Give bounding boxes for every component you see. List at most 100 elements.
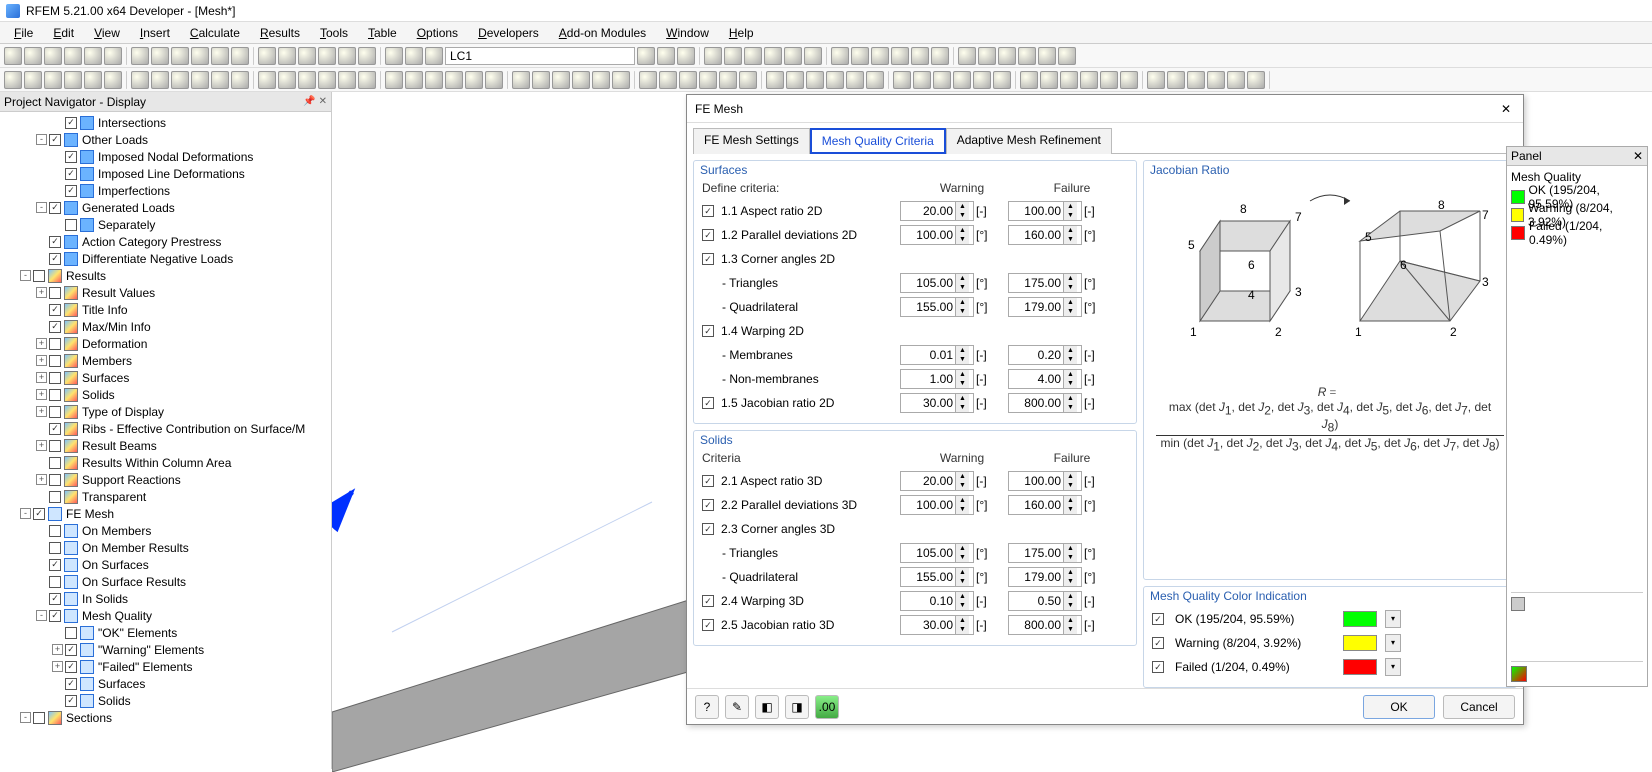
tree-item[interactable]: ✓On Surfaces (0, 556, 331, 573)
spin-up-icon[interactable]: ▲ (956, 298, 969, 307)
spin-up-icon[interactable]: ▲ (956, 274, 969, 283)
checkbox[interactable]: ✓ (702, 229, 714, 241)
menu-calculate[interactable]: Calculate (182, 24, 248, 42)
warn-value[interactable] (901, 228, 955, 242)
warn-input[interactable]: ▲▼ (900, 615, 974, 635)
fail-value[interactable] (1009, 498, 1063, 512)
tree-item[interactable]: +Solids (0, 386, 331, 403)
spin-up-icon[interactable]: ▲ (956, 472, 969, 481)
fail-input[interactable]: ▲▼ (1008, 495, 1082, 515)
fail-value[interactable] (1009, 396, 1063, 410)
toolbar-button[interactable] (998, 47, 1016, 65)
tree-item[interactable]: -✓FE Mesh (0, 505, 331, 522)
toolbar-button[interactable] (866, 71, 884, 89)
checkbox[interactable]: ✓ (702, 595, 714, 607)
checkbox[interactable]: ✓ (65, 168, 77, 180)
spin-down-icon[interactable]: ▼ (1064, 355, 1077, 364)
toolbar-button[interactable] (958, 47, 976, 65)
toolbar-button[interactable] (231, 71, 249, 89)
checkbox[interactable]: ✓ (702, 499, 714, 511)
toolbar-button[interactable] (911, 47, 929, 65)
tree-item[interactable]: -✓Other Loads (0, 131, 331, 148)
checkbox[interactable]: ✓ (702, 205, 714, 217)
spin-down-icon[interactable]: ▼ (1064, 577, 1077, 586)
expander-icon[interactable]: - (36, 610, 47, 621)
toolbar-button[interactable] (385, 47, 403, 65)
checkbox[interactable]: ✓ (49, 321, 61, 333)
checkbox[interactable]: ✓ (702, 325, 714, 337)
spin-up-icon[interactable]: ▲ (1064, 472, 1077, 481)
toolbar-button[interactable] (445, 71, 463, 89)
expander-icon[interactable]: + (52, 661, 63, 672)
toolbar-button[interactable] (933, 71, 951, 89)
tree-item[interactable]: +Support Reactions (0, 471, 331, 488)
toolbar-button[interactable] (871, 47, 889, 65)
spin-up-icon[interactable]: ▲ (1064, 298, 1077, 307)
toolbar-button[interactable] (657, 47, 675, 65)
warn-input[interactable]: ▲▼ (900, 273, 974, 293)
fail-value[interactable] (1009, 594, 1063, 608)
checkbox[interactable] (49, 338, 61, 350)
spin-up-icon[interactable]: ▲ (956, 346, 969, 355)
spin-up-icon[interactable]: ▲ (1064, 544, 1077, 553)
toolbar-button[interactable] (826, 71, 844, 89)
cancel-button[interactable]: Cancel (1443, 695, 1515, 719)
checkbox[interactable] (65, 219, 77, 231)
spin-up-icon[interactable]: ▲ (1064, 274, 1077, 283)
spin-down-icon[interactable]: ▼ (956, 601, 969, 610)
toolbar-button[interactable] (739, 71, 757, 89)
toolbar-button[interactable] (253, 47, 254, 65)
toolbar-button[interactable] (993, 71, 1011, 89)
spin-down-icon[interactable]: ▼ (1064, 553, 1077, 562)
toolbar-button[interactable] (786, 71, 804, 89)
toolbar-button[interactable] (1020, 71, 1038, 89)
tab-adaptive-mesh-refinement[interactable]: Adaptive Mesh Refinement (946, 128, 1112, 154)
tree-item[interactable]: +✓"Warning" Elements (0, 641, 331, 658)
spin-up-icon[interactable]: ▲ (1064, 202, 1077, 211)
fail-input[interactable]: ▲▼ (1008, 615, 1082, 635)
spin-up-icon[interactable]: ▲ (956, 226, 969, 235)
checkbox[interactable]: ✓ (702, 523, 714, 535)
toolbar-button[interactable] (1080, 71, 1098, 89)
toolbar-button[interactable] (953, 47, 954, 65)
checkbox[interactable] (49, 440, 61, 452)
toolbar-button[interactable] (973, 71, 991, 89)
toolbar-button[interactable] (764, 47, 782, 65)
spin-up-icon[interactable]: ▲ (1064, 346, 1077, 355)
tree-item[interactable]: +Result Values (0, 284, 331, 301)
toolbar-button[interactable] (552, 71, 570, 89)
fail-input[interactable]: ▲▼ (1008, 393, 1082, 413)
toolbar-button[interactable] (572, 71, 590, 89)
warn-value[interactable] (901, 372, 955, 386)
warn-input[interactable]: ▲▼ (900, 369, 974, 389)
checkbox[interactable]: ✓ (702, 475, 714, 487)
checkbox[interactable]: ✓ (49, 202, 61, 214)
load-case-dropdown[interactable]: LC1 (445, 47, 635, 65)
tree-item[interactable]: ✓Imposed Line Deformations (0, 165, 331, 182)
tree-item[interactable]: -✓Generated Loads (0, 199, 331, 216)
fail-input[interactable]: ▲▼ (1008, 201, 1082, 221)
toolbar-button[interactable] (318, 47, 336, 65)
spin-up-icon[interactable]: ▲ (956, 496, 969, 505)
toolbar-button[interactable] (151, 71, 169, 89)
toolbar-button[interactable] (1187, 71, 1205, 89)
toolbar-button[interactable] (507, 71, 508, 89)
tree-item[interactable]: ✓Ribs - Effective Contribution on Surfac… (0, 420, 331, 437)
toolbar-button[interactable] (485, 71, 503, 89)
checkbox[interactable] (49, 457, 61, 469)
spin-down-icon[interactable]: ▼ (1064, 625, 1077, 634)
tree-item[interactable]: +Deformation (0, 335, 331, 352)
spin-down-icon[interactable]: ▼ (1064, 601, 1077, 610)
checkbox[interactable] (65, 627, 77, 639)
checkbox[interactable]: ✓ (702, 253, 714, 265)
tool-button-1[interactable]: ◧ (755, 695, 779, 719)
spin-down-icon[interactable]: ▼ (956, 355, 969, 364)
fail-value[interactable] (1009, 546, 1063, 560)
toolbar-button[interactable] (84, 71, 102, 89)
fail-input[interactable]: ▲▼ (1008, 567, 1082, 587)
warn-value[interactable] (901, 594, 955, 608)
checkbox[interactable]: ✓ (65, 117, 77, 129)
warn-value[interactable] (901, 396, 955, 410)
toolbar-button[interactable] (380, 47, 381, 65)
tab-fe-mesh-settings[interactable]: FE Mesh Settings (693, 128, 810, 154)
